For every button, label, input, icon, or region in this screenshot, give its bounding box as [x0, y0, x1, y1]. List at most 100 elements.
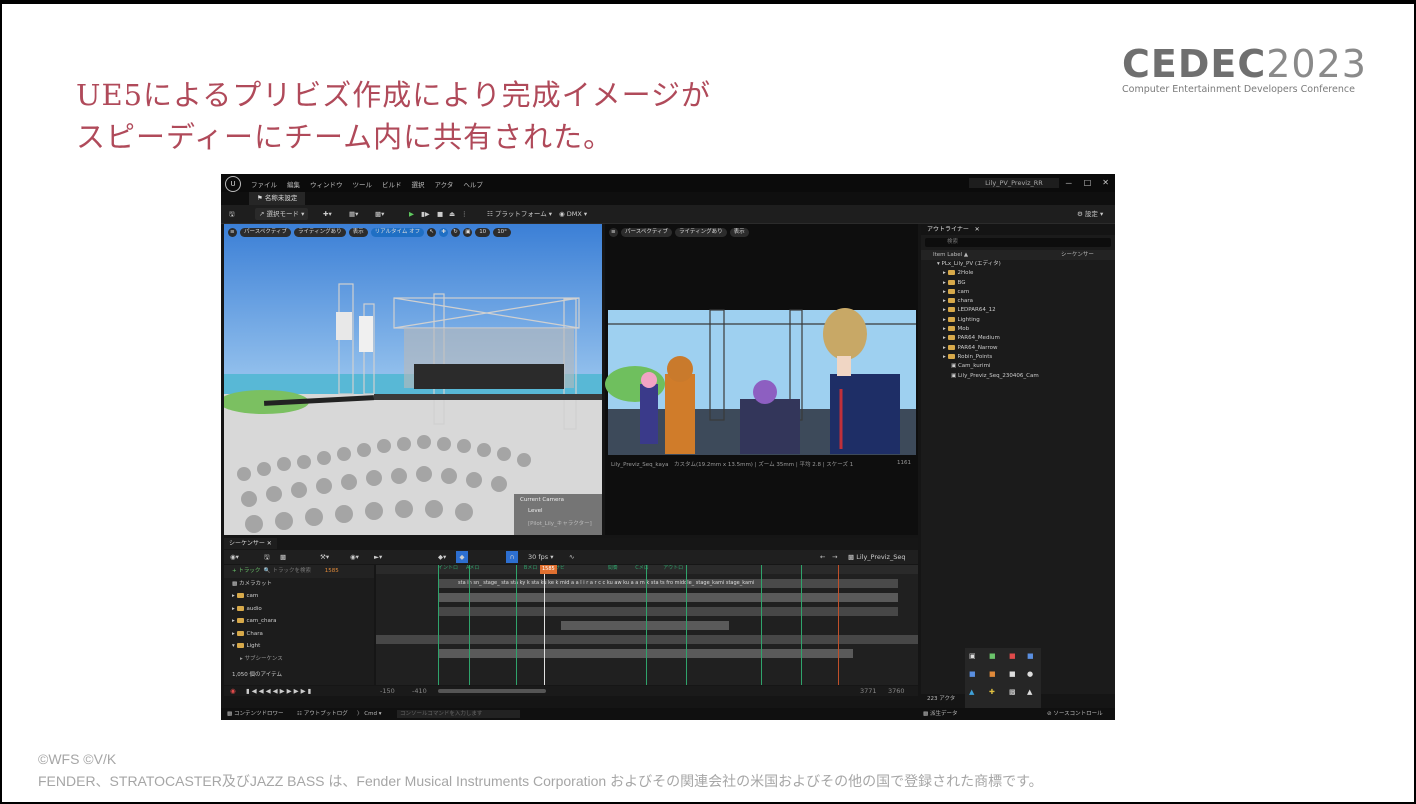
content-drawer-button[interactable]: ▩ コンテンツドロワー [227, 708, 283, 720]
marker-label[interactable]: イントロ [438, 565, 458, 571]
menu-item-window[interactable]: ウィンドウ [310, 179, 343, 189]
add-actor-icon[interactable]: ✚▾ [323, 208, 332, 220]
menu-item-select[interactable]: 選択 [412, 179, 425, 189]
snap-icon[interactable]: ∩ [506, 551, 518, 563]
menu-item-actor[interactable]: アクタ [435, 179, 454, 189]
select-tool-icon[interactable]: ↖ [427, 228, 437, 237]
transport-buttons[interactable]: ▮◀◀◀◀▶▶▶▶▮ [246, 686, 313, 696]
level-tab[interactable]: ⚑ 名称未設定 [249, 192, 306, 205]
tree-item[interactable]: ▸ PAR64_Medium [921, 334, 1115, 343]
tools-icon[interactable]: ⚒▾ [320, 551, 329, 563]
step-icon[interactable]: ▮▶ [421, 208, 430, 220]
timeline-scrollbar[interactable] [438, 689, 546, 693]
forward-icon[interactable]: → [832, 551, 837, 563]
palette-icon[interactable]: ■ [969, 670, 976, 678]
show2-button[interactable]: 表示 [729, 228, 749, 237]
cam-track-bar[interactable] [438, 593, 898, 602]
tree-item[interactable]: ▣ Lily_Previz_Seq_230406_Cam [921, 372, 1115, 381]
palette-icon[interactable]: ▲ [1027, 688, 1032, 696]
key-icon[interactable]: ◆▾ [438, 551, 446, 563]
stop-icon[interactable]: ■ [437, 208, 443, 220]
derived-data-button[interactable]: ▩ 派生データ [923, 708, 957, 720]
fps-dropdown[interactable]: 30 fps ▾ [528, 551, 553, 563]
rotate-tool-icon[interactable]: ↻ [451, 228, 461, 237]
marker-label[interactable]: Aメロ [466, 565, 479, 571]
palette-icon[interactable]: ● [1027, 670, 1033, 678]
back-icon[interactable]: ← [820, 551, 825, 563]
view-icon[interactable]: ◉▾ [350, 551, 359, 563]
lighting2-button[interactable]: ライティングあり [675, 228, 727, 237]
palette-icon[interactable]: ▲ [969, 688, 974, 696]
select-mode-dropdown[interactable]: ↗ 選択モード ▾ [255, 208, 309, 220]
viewport-menu-icon[interactable]: ≡ [228, 228, 237, 237]
view-end[interactable]: 3760 [888, 686, 905, 696]
sequencer-options-icon[interactable]: ◉▾ [230, 551, 239, 563]
sequencer-tab[interactable]: シーケンサー ✕ [224, 538, 277, 549]
track-search-input[interactable]: トラックを検索 [272, 568, 311, 574]
palette-icon[interactable]: ■ [989, 670, 996, 678]
menu-item-edit[interactable]: 編集 [287, 179, 300, 189]
palette-icon[interactable]: ■ [989, 652, 996, 660]
tree-item[interactable]: ▾ PLx_Lily_PV (エディタ) [921, 260, 1115, 269]
track-row[interactable]: ▸ Chara [224, 628, 374, 641]
more-icon[interactable]: ⋮ [461, 208, 468, 220]
save-sequence-icon[interactable]: 🖫 [264, 551, 270, 563]
close-icon[interactable]: ✕ [1102, 178, 1109, 189]
marker-label[interactable]: Bメロ [524, 565, 537, 571]
move-tool-icon[interactable]: ✚ [439, 228, 449, 237]
view-start[interactable]: -410 [412, 686, 427, 696]
current-frame[interactable]: 1585 [325, 568, 339, 574]
menu-item-build[interactable]: ビルド [382, 179, 402, 189]
tree-item[interactable]: ▸ cam [921, 288, 1115, 297]
viewport2-menu-icon[interactable]: ≡ [609, 228, 618, 237]
source-control-button[interactable]: ⊘ ソースコントロール [1047, 708, 1103, 720]
timeline-area[interactable]: イントロ Aメロ Bメロ サビ 間奏 Cメロ アウトロ sta in sn_ s… [376, 565, 918, 685]
dmx-dropdown[interactable]: ◉ DMX ▾ [559, 208, 587, 220]
tree-item[interactable]: ▸ BG [921, 279, 1115, 288]
show-button[interactable]: 表示 [348, 228, 368, 237]
cam-chara-track-bar[interactable] [561, 621, 729, 630]
play-icon[interactable]: ▶ [409, 208, 414, 220]
unreal-logo-icon[interactable]: U [225, 176, 241, 192]
tree-item[interactable]: ▸ Lighting [921, 316, 1115, 325]
render-icon[interactable]: ▩ [280, 551, 286, 563]
tree-item[interactable]: ▸ Robin_Points [921, 353, 1115, 362]
palette-icon[interactable]: ■ [1009, 652, 1016, 660]
audio-track-bar[interactable] [438, 607, 898, 616]
playback-icon[interactable]: ►▾ [374, 551, 382, 563]
auto-key-icon[interactable]: ◆ [456, 551, 468, 563]
level-viewport[interactable]: ≡ パースペクティブ ライティングあり 表示 リアルタイム オフ ↖ ✚ ↻ ▣… [224, 224, 602, 535]
tree-item[interactable]: ▣ Cam_kurimi [921, 362, 1115, 371]
menu-item-file[interactable]: ファイル [251, 179, 277, 189]
tree-item[interactable]: ▸ 2Hole [921, 269, 1115, 278]
marker-label[interactable]: アウトロ [663, 565, 683, 571]
track-row[interactable]: ▸ cam [224, 590, 374, 603]
marker-label[interactable]: 間奏 [608, 565, 618, 571]
col-item-label[interactable]: Item Label ▲ [933, 252, 968, 258]
menu-item-help[interactable]: ヘルプ [463, 179, 483, 189]
eject-icon[interactable]: ⏏ [449, 208, 455, 220]
palette-icon[interactable]: ▩ [1009, 688, 1016, 696]
tree-item[interactable]: ▸ Mob [921, 325, 1115, 334]
settings-button[interactable]: ⚙ 設定 ▾ [1077, 208, 1103, 220]
sequence-breadcrumb[interactable]: ▩ Lily_Previz_Seq [848, 551, 905, 563]
curve-editor-icon[interactable]: ∿ [569, 551, 574, 563]
outliner-tab[interactable]: アウトライナー ✕ [921, 224, 1115, 235]
tree-item[interactable]: ▸ chara [921, 297, 1115, 306]
track-row[interactable]: ▩ カメラカット [224, 578, 374, 591]
track-row[interactable]: ▸ サブシーケンス [224, 653, 374, 666]
tree-item[interactable]: ▸ PAR64_Narrow [921, 344, 1115, 353]
add-track-button[interactable]: + トラック [232, 568, 260, 574]
track-row[interactable]: ▸ audio [224, 603, 374, 616]
track-row[interactable]: ▸ cam_chara [224, 615, 374, 628]
blueprint-icon[interactable]: ▦▾ [349, 208, 358, 220]
realtime-off-button[interactable]: リアルタイム オフ [370, 228, 425, 237]
perspective-button[interactable]: パースペクティブ [240, 228, 292, 237]
scale-tool-icon[interactable]: ▣ [463, 228, 473, 237]
range-end[interactable]: 3771 [860, 686, 877, 696]
cinematics-icon[interactable]: ▩▾ [375, 208, 384, 220]
menu-item-tools[interactable]: ツール [353, 179, 373, 189]
palette-icon[interactable]: ✚ [989, 688, 995, 696]
angle-snap-value[interactable]: 10° [493, 228, 511, 237]
outliner-search-input[interactable]: 検索 [925, 238, 1111, 247]
